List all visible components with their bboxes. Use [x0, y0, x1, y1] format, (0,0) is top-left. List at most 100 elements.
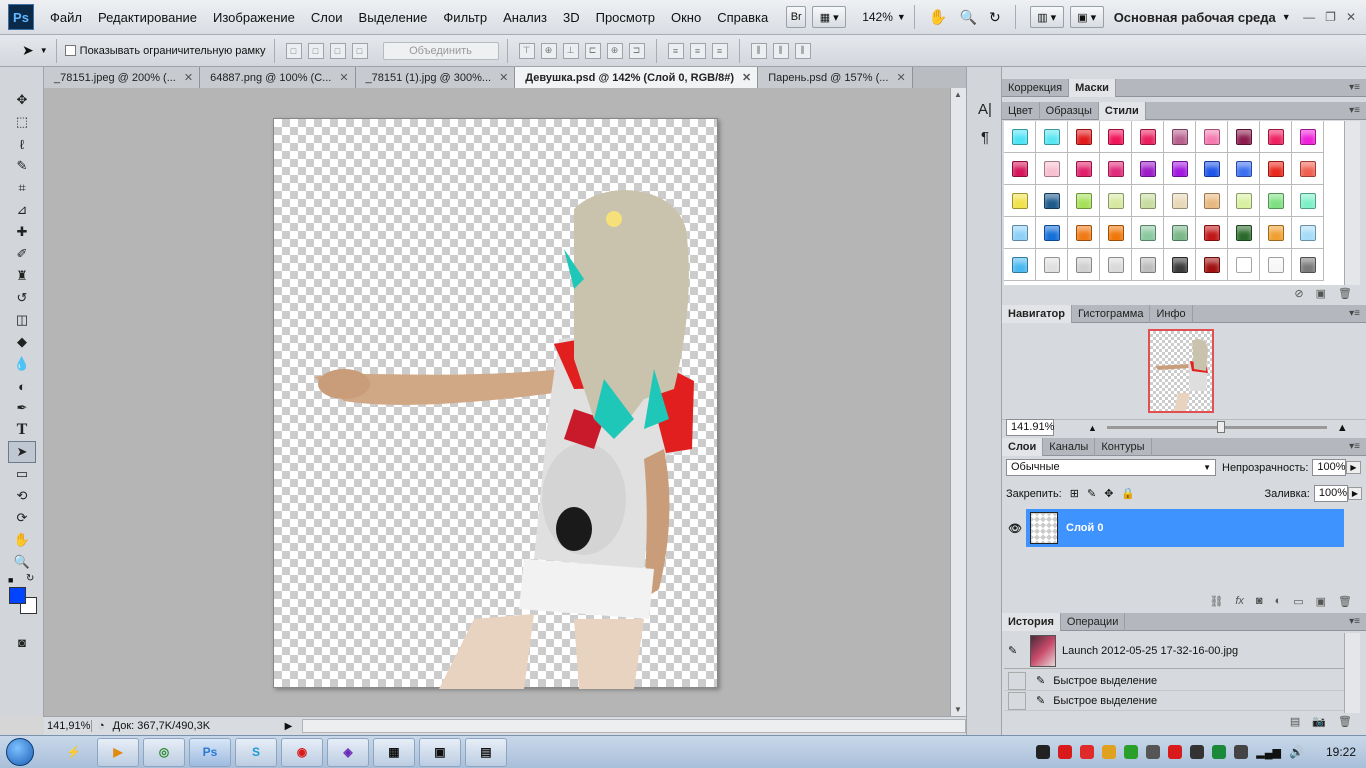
- history-source-box[interactable]: [1008, 691, 1026, 710]
- quick-launch-icon[interactable]: ⚡: [66, 745, 81, 759]
- close-icon[interactable]: ✕: [339, 71, 348, 84]
- distribute-left-icon[interactable]: ⫼: [750, 42, 767, 59]
- zoom-level[interactable]: 142%: [858, 10, 897, 24]
- menu-image[interactable]: Изображение: [205, 0, 303, 35]
- style-swatch[interactable]: [1100, 185, 1132, 217]
- style-swatch[interactable]: [1260, 153, 1292, 185]
- style-swatch[interactable]: [1164, 249, 1196, 281]
- opacity-arrow-icon[interactable]: ▶: [1346, 461, 1361, 474]
- menu-filter[interactable]: Фильтр: [435, 0, 495, 35]
- style-swatch[interactable]: [1292, 217, 1324, 249]
- style-swatch[interactable]: [1036, 185, 1068, 217]
- style-swatch[interactable]: [1196, 217, 1228, 249]
- doc-tab[interactable]: _78151.jpeg @ 200% (... ✕: [44, 67, 201, 88]
- taskbar-app-chrome[interactable]: ◎: [142, 737, 185, 767]
- distribute-bottom-icon[interactable]: ≡: [711, 42, 728, 59]
- styles-scrollbar[interactable]: [1344, 121, 1360, 285]
- tab-swatches[interactable]: Образцы: [1040, 102, 1099, 120]
- style-swatch[interactable]: [1164, 153, 1196, 185]
- new-snapshot-icon[interactable]: 📷: [1312, 715, 1326, 728]
- style-swatch[interactable]: [1004, 249, 1036, 281]
- tab-color[interactable]: Цвет: [1002, 102, 1040, 120]
- screen-mode-button[interactable]: ▣ ▾: [1069, 6, 1104, 28]
- fill-arrow-icon[interactable]: ▶: [1347, 487, 1362, 500]
- style-swatch[interactable]: [1100, 153, 1132, 185]
- swap-colors-icon[interactable]: ↻: [26, 573, 34, 584]
- taskbar-app-opera[interactable]: ◉: [280, 737, 323, 767]
- style-swatch[interactable]: [1036, 153, 1068, 185]
- show-bounding-box-checkbox[interactable]: Показывать ограничительную рамку: [64, 45, 266, 57]
- network-icon[interactable]: ▂▄▆: [1256, 746, 1281, 759]
- character-panel-icon[interactable]: A|: [973, 97, 997, 121]
- delete-style-icon[interactable]: 🗑: [1338, 287, 1352, 300]
- tab-actions[interactable]: Операции: [1061, 613, 1126, 631]
- style-swatch[interactable]: [1228, 121, 1260, 153]
- layer-style-icon[interactable]: fx: [1235, 595, 1244, 608]
- checkbox-box[interactable]: [64, 45, 76, 56]
- zoom-tool-icon[interactable]: 🔍: [8, 551, 36, 573]
- style-swatch[interactable]: [1292, 185, 1324, 217]
- distribute-hcenter-icon[interactable]: ⫼: [772, 42, 789, 59]
- marquee-tool-icon[interactable]: ⬚: [8, 111, 36, 133]
- align-top-icon[interactable]: ⊤: [518, 42, 535, 59]
- brush-tool-icon[interactable]: ✐: [8, 243, 36, 265]
- style-swatch[interactable]: [1164, 217, 1196, 249]
- tray-chat-icon[interactable]: [1080, 745, 1095, 759]
- history-item[interactable]: ✎ Быстрое выделение: [1004, 671, 1344, 691]
- menu-layers[interactable]: Слои: [303, 0, 351, 35]
- fill-input[interactable]: 100%: [1313, 485, 1348, 502]
- tray-ati-icon[interactable]: [1168, 745, 1183, 759]
- shape-exclude-icon[interactable]: □: [351, 42, 368, 59]
- lasso-tool-icon[interactable]: ℓ: [8, 133, 36, 155]
- chevron-down-icon[interactable]: ▼: [897, 12, 906, 22]
- type-tool-icon[interactable]: T: [8, 419, 36, 441]
- style-swatch[interactable]: [1068, 185, 1100, 217]
- lock-pixels-icon[interactable]: ✎: [1087, 487, 1096, 500]
- style-swatch[interactable]: [1228, 185, 1260, 217]
- chevron-down-icon[interactable]: ▼: [40, 46, 48, 55]
- tab-histogram[interactable]: Гистограмма: [1072, 305, 1151, 323]
- volume-icon[interactable]: 🔊: [1289, 745, 1304, 759]
- status-preview-icon[interactable]: ◔: [98, 720, 105, 732]
- history-brush-tool-icon[interactable]: ↺: [8, 287, 36, 309]
- navigator-zoom-slider[interactable]: [1106, 421, 1327, 433]
- bridge-button[interactable]: Br: [786, 6, 807, 28]
- style-swatch[interactable]: [1292, 153, 1324, 185]
- style-swatch[interactable]: [1164, 185, 1196, 217]
- style-swatch[interactable]: [1004, 185, 1036, 217]
- menu-edit[interactable]: Редактирование: [90, 0, 205, 35]
- status-arrow-icon[interactable]: ▶: [285, 721, 293, 732]
- panel-menu-icon[interactable]: ▾≡: [1349, 438, 1366, 455]
- 3d-rotate-tool-icon[interactable]: ⟲: [8, 485, 36, 507]
- tab-layers[interactable]: Слои: [1002, 438, 1044, 456]
- close-icon[interactable]: ✕: [742, 71, 751, 84]
- style-swatch[interactable]: [1068, 217, 1100, 249]
- style-swatch[interactable]: [1132, 121, 1164, 153]
- menu-select[interactable]: Выделение: [351, 0, 436, 35]
- doc-tab[interactable]: 64887.png @ 100% (С... ✕: [200, 67, 356, 88]
- tray-mute-icon[interactable]: [1146, 745, 1161, 759]
- style-swatch[interactable]: [1036, 121, 1068, 153]
- style-swatch[interactable]: [1228, 153, 1260, 185]
- menu-3d[interactable]: 3D: [555, 0, 588, 35]
- panel-menu-icon[interactable]: ▾≡: [1349, 613, 1366, 630]
- 3d-orbit-tool-icon[interactable]: ⟳: [8, 507, 36, 529]
- quick-mask-icon[interactable]: ◙: [8, 631, 36, 653]
- combine-button[interactable]: Объединить: [382, 41, 499, 60]
- history-snapshot[interactable]: ✎ Launch 2012-05-25 17-32-16-00.jpg: [1004, 633, 1344, 669]
- slider-handle[interactable]: [1216, 421, 1225, 433]
- tray-opera-icon[interactable]: [1058, 745, 1073, 759]
- eye-icon[interactable]: 👁: [1004, 509, 1026, 547]
- blur-tool-icon[interactable]: 💧: [8, 353, 36, 375]
- opacity-input[interactable]: 100%: [1312, 459, 1347, 476]
- tray-green-icon[interactable]: [1124, 745, 1139, 759]
- style-swatch[interactable]: [1068, 153, 1100, 185]
- extras-menu-button[interactable]: ▦ ▾: [812, 6, 847, 28]
- tab-history[interactable]: История: [1002, 613, 1061, 631]
- taskbar-clock[interactable]: 19:22: [1326, 745, 1356, 759]
- taskbar-app-skype[interactable]: S: [234, 737, 277, 767]
- quick-selection-tool-icon[interactable]: ✎: [8, 155, 36, 177]
- layer-thumbnail[interactable]: [1030, 512, 1058, 544]
- zoom-in-icon[interactable]: ▲: [1337, 422, 1348, 434]
- menu-window[interactable]: Окно: [663, 0, 709, 35]
